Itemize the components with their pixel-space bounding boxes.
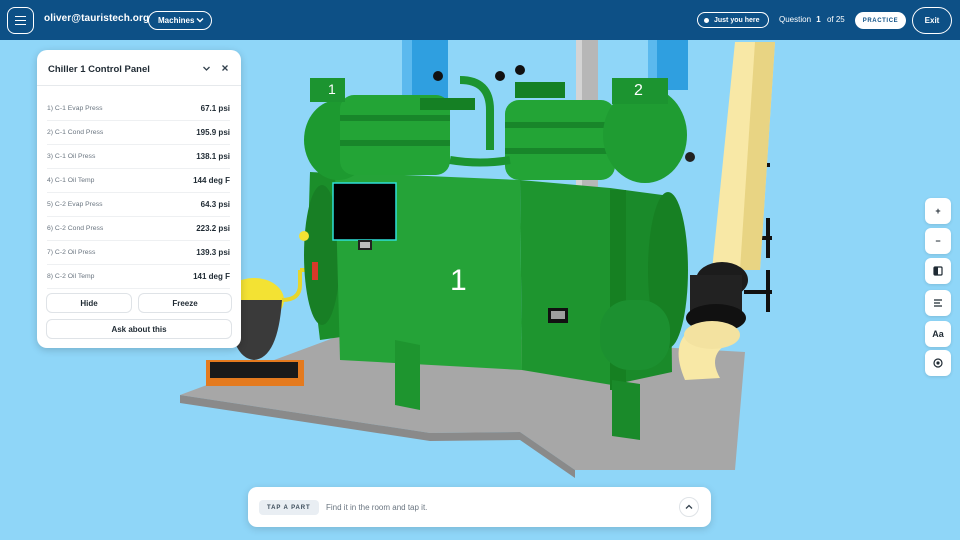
compressor-2-label: 2	[634, 82, 643, 99]
reading-label: 8) C-2 Oil Temp	[47, 273, 95, 280]
menu-button[interactable]	[7, 7, 34, 34]
presence-pill[interactable]: Just you here	[697, 12, 769, 28]
reading-row: 8) C-2 Oil Temp 141 deg F	[47, 265, 230, 289]
reading-value: 144 deg F	[193, 176, 230, 185]
reading-value: 195.9 psi	[196, 128, 230, 137]
compressor-1-label: 1	[328, 81, 336, 97]
chevron-down-icon	[202, 66, 210, 71]
machines-dropdown[interactable]: Machines	[148, 11, 212, 30]
reading-row: 2) C-1 Cond Press 195.9 psi	[47, 121, 230, 145]
zoom-in-button[interactable]: +	[925, 198, 951, 224]
reading-label: 4) C-1 Oil Temp	[47, 177, 95, 184]
panel-title: Chiller 1 Control Panel	[48, 64, 150, 75]
control-panel-card: Chiller 1 Control Panel 1) C-1 Evap Pres…	[37, 50, 241, 348]
practice-badge[interactable]: PRACTICE	[855, 12, 906, 29]
control-panel-screen[interactable]	[332, 182, 397, 241]
reading-label: 7) C-2 Oil Press	[47, 249, 96, 256]
expand-prompt-button[interactable]	[679, 497, 699, 517]
reading-row: 3) C-1 Oil Press 138.1 psi	[47, 145, 230, 169]
reading-value: 141 deg F	[193, 272, 230, 281]
reading-label: 3) C-1 Oil Press	[47, 153, 96, 160]
reading-value: 139.3 psi	[196, 248, 230, 257]
reading-label: 2) C-1 Cond Press	[47, 129, 104, 136]
reading-row: 4) C-1 Oil Temp 144 deg F	[47, 169, 230, 193]
question-number: 1	[816, 15, 821, 24]
ask-about-this-button[interactable]: Ask about this	[46, 319, 232, 339]
chiller-number-label: 1	[450, 264, 467, 297]
user-email: oliver@tauristech.org	[44, 13, 150, 24]
task-tag: TAP A PART	[259, 500, 319, 515]
presence-dot-icon	[704, 18, 709, 23]
question-label: Question	[779, 15, 812, 24]
reading-row: 5) C-2 Evap Press 64.3 psi	[47, 193, 230, 217]
chevron-up-icon	[685, 504, 693, 509]
chevron-down-icon	[196, 18, 204, 23]
contrast-icon	[933, 266, 943, 276]
reading-value: 64.3 psi	[200, 200, 230, 209]
readings-list: 1) C-1 Evap Press 67.1 psi 2) C-1 Cond Pr…	[47, 97, 230, 289]
panel-divider	[37, 85, 241, 86]
collapse-panel-button[interactable]	[198, 60, 214, 76]
reading-label: 6) C-2 Cond Press	[47, 225, 104, 232]
hide-button[interactable]: Hide	[46, 293, 132, 313]
menu-icon	[15, 19, 26, 22]
top-bar: oliver@tauristech.org Machines Just you …	[0, 0, 960, 40]
recenter-button[interactable]	[925, 350, 951, 376]
task-prompt-bar: TAP A PART Find it in the room and tap i…	[248, 487, 711, 527]
text-size-button[interactable]: Aa	[925, 321, 951, 347]
compressor-2	[505, 100, 615, 180]
reading-row: 6) C-2 Cond Press 223.2 psi	[47, 217, 230, 241]
reading-row: 1) C-1 Evap Press 67.1 psi	[47, 97, 230, 121]
reading-value: 67.1 psi	[200, 104, 230, 113]
question-total: of 25	[826, 15, 845, 24]
task-hint: Find it in the room and tap it.	[326, 503, 428, 512]
reading-label: 1) C-1 Evap Press	[47, 105, 103, 112]
reading-row: 7) C-2 Oil Press 139.3 psi	[47, 241, 230, 265]
zoom-out-button[interactable]: −	[925, 228, 951, 254]
list-view-button[interactable]	[925, 290, 951, 316]
reading-label: 5) C-2 Evap Press	[47, 201, 103, 208]
question-counter: Question 1 of 25	[779, 15, 845, 24]
reading-value: 138.1 psi	[196, 152, 230, 161]
exit-button[interactable]: Exit	[912, 7, 952, 34]
close-panel-button[interactable]	[217, 60, 233, 76]
reading-value: 223.2 psi	[196, 224, 230, 233]
machines-label: Machines	[158, 16, 195, 25]
freeze-button[interactable]: Freeze	[138, 293, 232, 313]
target-icon	[933, 358, 943, 368]
list-icon	[934, 299, 942, 307]
close-icon	[222, 65, 228, 71]
contrast-button[interactable]	[925, 258, 951, 284]
presence-label: Just you here	[714, 16, 760, 24]
